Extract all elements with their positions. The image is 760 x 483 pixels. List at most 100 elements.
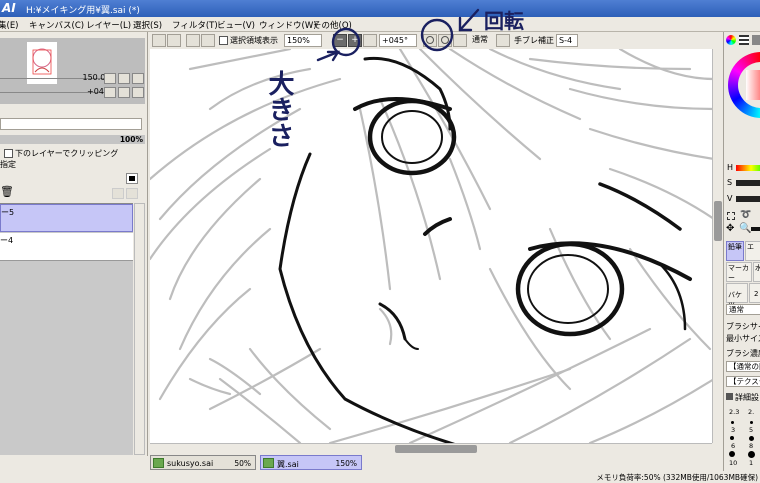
rotation-slider[interactable]: +045° — [0, 87, 115, 99]
vertical-scroll-thumb[interactable] — [714, 201, 722, 241]
memory-status: メモリ負荷率:50% (332MB使用/1063MB確保) — [596, 473, 758, 482]
nav-zoom-out-button[interactable] — [104, 73, 116, 84]
tool-eraser[interactable]: エ — [745, 241, 760, 261]
rotate-right-button[interactable] — [438, 34, 452, 47]
brush-size-dot[interactable] — [748, 451, 755, 458]
detail-settings-icon[interactable] — [726, 393, 733, 400]
brush-size-dot[interactable] — [730, 436, 734, 440]
invert-selection-button[interactable] — [201, 34, 215, 47]
value-label: V — [727, 194, 733, 203]
brush-size-preset[interactable]: 8 — [749, 442, 753, 450]
redo-button[interactable] — [167, 34, 181, 47]
color-slider-tab-icon[interactable] — [739, 35, 749, 45]
zoom-reset-button[interactable] — [363, 34, 377, 47]
menu-window[interactable]: ウィンドウ(W) — [259, 19, 317, 31]
brush-size-label: ブラシサイズ — [726, 322, 760, 331]
brush-size-preset[interactable]: 2. — [748, 408, 754, 416]
nav-rotate-right-button[interactable] — [118, 87, 130, 98]
brush-shape-select[interactable]: 【通常の円 — [726, 361, 760, 372]
menu-select[interactable]: 選択(S) — [133, 19, 162, 31]
nav-rotate-left-button[interactable] — [104, 87, 116, 98]
menu-canvas[interactable]: キャンバス(C) — [29, 19, 84, 31]
tool-extra[interactable]: 2 — [749, 283, 760, 303]
brush-size-preset[interactable]: 6 — [731, 442, 735, 450]
show-selection-checkbox[interactable] — [219, 36, 228, 45]
menu-view[interactable]: ビュー(V) — [217, 19, 255, 31]
tool-water[interactable]: 水 — [753, 262, 760, 282]
doc-tab-tsubasa[interactable]: 翼.sai 150% — [260, 455, 362, 470]
zoom-in-button[interactable]: + — [348, 34, 362, 47]
nav-rotate-reset-button[interactable] — [132, 87, 144, 98]
layer-list-scrollbar[interactable] — [134, 203, 145, 455]
deselect-button[interactable] — [186, 34, 200, 47]
brush-size-preset[interactable]: 1 — [749, 459, 753, 467]
doc-tab-sukusyo[interactable]: sukusyo.sai 50% — [150, 455, 256, 470]
status-bar: メモリ負荷率:50% (332MB使用/1063MB確保) — [0, 471, 760, 482]
rotate-tool-icon[interactable] — [751, 227, 760, 231]
menu-other[interactable]: その他(O) — [313, 19, 352, 31]
trash-icon[interactable]: 🗑 — [0, 185, 14, 198]
title-bar: AI H:¥メイキング用¥翼.sai (*) — [0, 0, 760, 17]
rotate-reset-button[interactable] — [453, 34, 467, 47]
app-logo: AI — [2, 1, 16, 15]
swatch-tab-icon[interactable] — [752, 35, 760, 45]
menu-edit[interactable]: 集(E) — [0, 19, 19, 31]
brush-texture-select[interactable]: 【テクスチャ — [726, 376, 760, 387]
stabilizer-select[interactable]: S-4 — [556, 34, 578, 47]
undo-button[interactable] — [152, 34, 166, 47]
brush-size-preset[interactable]: 3 — [731, 426, 735, 434]
zoom-out-button[interactable]: − — [333, 34, 347, 47]
brush-size-preset[interactable]: 2.3 — [729, 408, 739, 416]
brush-blend-select[interactable]: 通常 — [726, 304, 760, 315]
layer-option-button[interactable] — [126, 173, 138, 184]
window-title: H:¥メイキング用¥翼.sai (*) — [26, 6, 140, 16]
zoom-slider[interactable]: 150.0% — [0, 73, 115, 85]
layer-clear-button[interactable] — [126, 188, 138, 199]
value-slider[interactable] — [736, 196, 760, 202]
hue-slider[interactable] — [736, 165, 760, 171]
blend-dropdown-button[interactable] — [496, 34, 510, 47]
brush-size-dot[interactable] — [731, 421, 734, 424]
zoom-select[interactable]: 150% — [284, 34, 322, 47]
menu-filter[interactable]: フィルタ(T) — [172, 19, 218, 31]
menu-layer[interactable]: レイヤー(L) — [86, 19, 131, 31]
canvas-blend-select[interactable]: 通常 — [470, 34, 496, 47]
canvas-horizontal-scrollbar[interactable] — [150, 443, 712, 454]
move-icon[interactable]: ✥ — [726, 223, 734, 234]
lock-label: 指定 — [0, 160, 16, 169]
horizontal-scroll-thumb[interactable] — [395, 445, 477, 453]
color-wheel-tab-icon[interactable] — [726, 35, 736, 45]
layer-opacity-slider[interactable]: 100% — [0, 135, 145, 144]
document-icon — [153, 458, 164, 468]
clipping-checkbox[interactable] — [4, 149, 13, 158]
brush-size-preset[interactable]: 5 — [749, 426, 753, 434]
canvas-toolbar: 選択領域表示 150% − + +045° 通常 手ブレ補正 S-4 — [148, 32, 723, 49]
canvas-vertical-scrollbar[interactable] — [712, 49, 723, 443]
saturation-slider[interactable] — [736, 180, 760, 186]
tool-marker[interactable]: マーカー — [726, 262, 752, 282]
brush-size-dot[interactable] — [750, 421, 753, 424]
nav-zoom-reset-button[interactable] — [132, 73, 144, 84]
rect-select-icon[interactable] — [727, 212, 735, 220]
color-wheel[interactable] — [728, 52, 760, 118]
layer-list: ー5 ー4 — [0, 203, 133, 455]
layer-blend-mode-select[interactable] — [0, 118, 142, 130]
detail-settings-label: 詳細設 — [735, 393, 759, 402]
zoom-tool-icon[interactable]: 🔍 — [739, 223, 751, 234]
rotation-select[interactable]: +045° — [379, 34, 417, 47]
tool-pencil[interactable]: 鉛筆 — [726, 241, 744, 261]
tool-bucket[interactable]: バケツ — [726, 283, 748, 309]
brush-size-dot[interactable] — [729, 451, 735, 457]
brush-size-dot[interactable] — [749, 436, 754, 441]
drawing-canvas[interactable] — [150, 49, 714, 443]
lasso-icon[interactable]: ➰ — [740, 210, 751, 220]
rotate-left-button[interactable] — [423, 34, 437, 47]
layer-merge-button[interactable] — [112, 188, 124, 199]
annotation-rotate-label: 回転 — [484, 9, 524, 33]
document-tabs: sukusyo.sai 50% 翼.sai 150% — [148, 454, 723, 471]
brush-size-preset[interactable]: 10 — [729, 459, 737, 467]
nav-zoom-in-button[interactable] — [118, 73, 130, 84]
layer-item[interactable]: ー5 — [0, 204, 133, 232]
layer-item[interactable]: ー4 — [0, 233, 133, 261]
min-size-label: 最小サイズ — [726, 334, 760, 343]
